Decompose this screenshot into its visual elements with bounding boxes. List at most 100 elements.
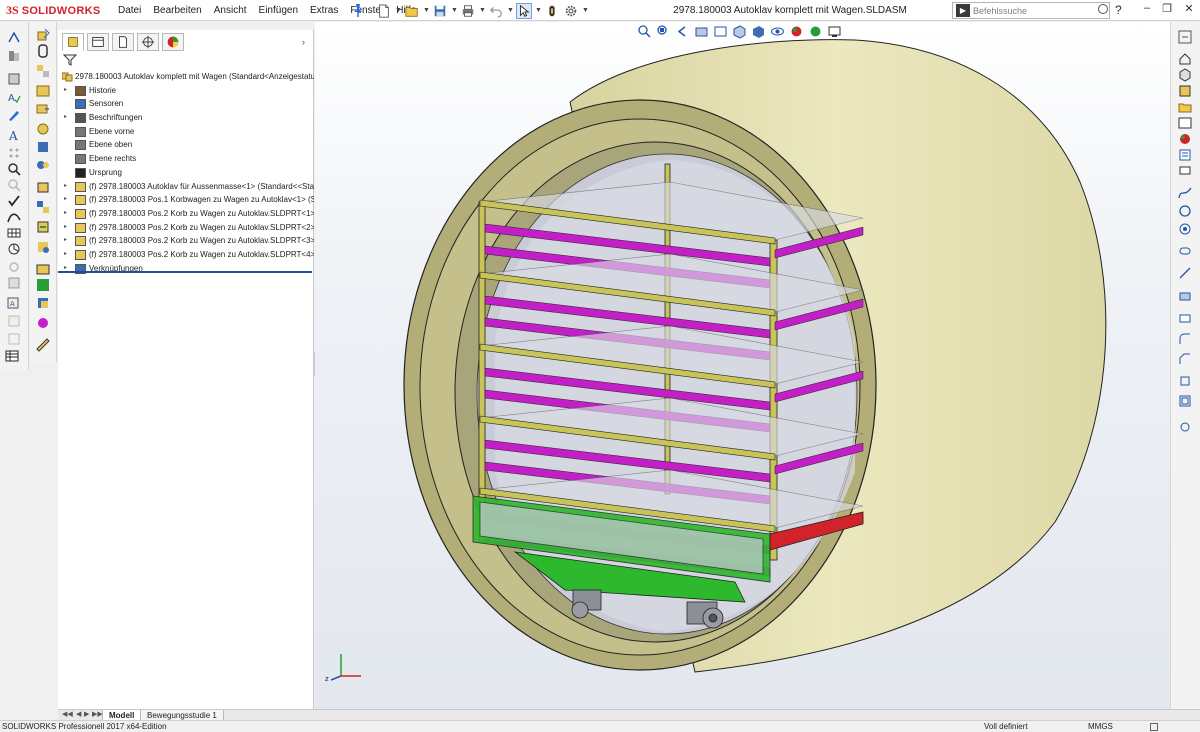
tree-item[interactable]: ▸ (f) 2978.180003 Pos.2 Korb zu Wagen zu …	[60, 248, 314, 262]
insert-components-icon[interactable]	[7, 72, 21, 86]
large-assembly-icon[interactable]	[36, 278, 50, 292]
edit-component-icon[interactable]	[36, 28, 50, 42]
tree-item[interactable]: Sensoren	[60, 97, 314, 111]
circle-tool-icon[interactable]	[1178, 204, 1192, 218]
expand-pane-icon[interactable]	[1178, 30, 1192, 44]
chamfer-tool-icon[interactable]	[1178, 352, 1192, 366]
dimxpertmanager-tab-icon[interactable]	[137, 33, 159, 51]
expand-toggle-icon[interactable]: ▸	[64, 180, 70, 194]
rib-tool-icon[interactable]	[1178, 374, 1192, 388]
tree-item[interactable]: ▸ (f) 2978.180003 Pos.2 Korb zu Wagen zu …	[60, 234, 314, 248]
tree-root-assembly[interactable]: 2978.180003 Autoklav komplett mit Wagen …	[60, 70, 314, 84]
propertymanager-tab-icon[interactable]	[87, 33, 109, 51]
solidworks-logo[interactable]: 3S SOLIDWORKS	[6, 3, 100, 18]
layout-icon[interactable]	[7, 332, 21, 346]
pin-menu-icon[interactable]	[352, 3, 364, 17]
show-hidden-icon[interactable]	[36, 102, 50, 116]
featuremanager-tabs-scroll-icon[interactable]: ›	[302, 37, 305, 47]
undo-dropdown-icon[interactable]: ▼	[507, 3, 514, 19]
home-icon[interactable]	[1178, 52, 1192, 66]
appearances-icon[interactable]	[36, 316, 50, 330]
take-snapshot-icon[interactable]	[36, 262, 50, 276]
line-tool-icon[interactable]	[1178, 266, 1192, 280]
tree-rollback-bar[interactable]	[58, 271, 312, 273]
featuremanager-tree-tab-icon[interactable]	[62, 33, 84, 51]
tree-item[interactable]: ▸ Historie	[60, 84, 314, 98]
minimize-button[interactable]: –	[1140, 2, 1154, 18]
tree-item[interactable]: Ursprung	[60, 166, 314, 180]
reference-geometry-icon[interactable]	[36, 140, 50, 154]
extrude-tool-icon[interactable]	[1178, 288, 1192, 302]
command-search-input[interactable]: ▶ Befehlssuche	[952, 2, 1110, 19]
move-component-icon[interactable]	[36, 84, 50, 98]
graphics-viewport[interactable]: z	[315, 22, 1170, 709]
grid-table-icon[interactable]	[7, 226, 21, 240]
select-dropdown-icon[interactable]: ▼	[535, 3, 542, 19]
expand-toggle-icon[interactable]: ▸	[64, 193, 70, 207]
pattern-dots-icon[interactable]	[7, 146, 21, 160]
magnify-icon[interactable]	[7, 162, 21, 176]
tree-item[interactable]: Ebene rechts	[60, 152, 314, 166]
appearance-icon[interactable]	[7, 276, 21, 290]
note-text-icon[interactable]: A	[7, 128, 21, 142]
curve-icon[interactable]	[7, 210, 21, 224]
open-folder-icon[interactable]	[404, 3, 420, 19]
cut-tool-icon[interactable]	[1178, 310, 1192, 324]
solidworks-forum-icon[interactable]	[1178, 164, 1192, 178]
expand-toggle-icon[interactable]: ▸	[64, 111, 70, 125]
print-dropdown-icon[interactable]: ▼	[479, 3, 486, 19]
menu-bearbeiten[interactable]: Bearbeiten	[147, 0, 207, 21]
search-magnifier-icon[interactable]	[1098, 4, 1108, 14]
clip-icon[interactable]	[36, 44, 50, 58]
tree-item[interactable]: Ebene vorne	[60, 125, 314, 139]
tree-item[interactable]: ▸ Verknüpfungen	[60, 262, 314, 276]
save-icon[interactable]	[432, 3, 448, 19]
rebuild-icon[interactable]	[544, 3, 560, 19]
expand-toggle-icon[interactable]: ▸	[64, 221, 70, 235]
unit-system[interactable]: MMGS	[1088, 721, 1113, 732]
options-gear-icon[interactable]	[563, 3, 579, 19]
3d-content-icon[interactable]	[1178, 68, 1192, 82]
markup-icon[interactable]	[36, 338, 50, 352]
text-spell-icon[interactable]: A	[7, 90, 21, 104]
status-customize-icon[interactable]	[1150, 723, 1158, 731]
view-palette-icon[interactable]	[1178, 116, 1192, 130]
menu-extras[interactable]: Extras	[304, 0, 344, 21]
menu-einfuegen[interactable]: Einfügen	[253, 0, 304, 21]
displaymanager-tab-icon[interactable]	[162, 33, 184, 51]
expand-toggle-icon[interactable]: ▸	[64, 262, 70, 276]
chain-tool-icon[interactable]	[1178, 244, 1192, 258]
expand-toggle-icon[interactable]: ▸	[64, 207, 70, 221]
smart-dimension-icon[interactable]	[7, 30, 21, 44]
expand-toggle-icon[interactable]: ▸	[64, 234, 70, 248]
help-icon[interactable]: ?	[1115, 3, 1122, 17]
file-explorer-icon[interactable]	[1178, 100, 1192, 114]
light-icon[interactable]	[7, 260, 21, 274]
save-dropdown-icon[interactable]: ▼	[451, 3, 458, 19]
interference-icon[interactable]	[36, 296, 50, 310]
custom-properties-icon[interactable]	[1178, 148, 1192, 162]
update-speedpak-icon[interactable]	[36, 240, 50, 254]
prev-tab-nav[interactable]: ◀	[76, 710, 81, 718]
new-dropdown-icon[interactable]: ▼	[395, 3, 402, 19]
mate-icon[interactable]	[7, 49, 21, 63]
expand-toggle-icon[interactable]: ▸	[64, 84, 70, 98]
check-icon[interactable]	[7, 194, 21, 208]
exploded-view-icon[interactable]	[36, 200, 50, 214]
appearances-scenes-icon[interactable]	[1178, 132, 1192, 146]
shell-tool-icon[interactable]	[1178, 394, 1192, 408]
tree-item[interactable]: ▸ (f) 2978.180003 Pos.1 Korbwagen zu Wage…	[60, 193, 314, 207]
open-dropdown-icon[interactable]: ▼	[423, 3, 430, 19]
render-icon[interactable]	[7, 314, 21, 328]
scene-icon[interactable]: A	[7, 296, 21, 310]
tree-item[interactable]: Ebene oben	[60, 138, 314, 152]
tree-item[interactable]: ▸ (f) 2978.180003 Pos.2 Korb zu Wagen zu …	[60, 207, 314, 221]
tree-item[interactable]: ▸ Beschriftungen	[60, 111, 314, 125]
print-icon[interactable]	[460, 3, 476, 19]
configurationmanager-tab-icon[interactable]	[112, 33, 134, 51]
undo-icon[interactable]	[488, 3, 504, 19]
model-autoclave-render[interactable]	[315, 22, 1170, 709]
options-dropdown-icon[interactable]: ▼	[582, 3, 589, 19]
tree-item[interactable]: ▸ (f) 2978.180003 Autoklav für Aussenmass…	[60, 180, 314, 194]
hole-tool-icon[interactable]	[1178, 420, 1192, 434]
